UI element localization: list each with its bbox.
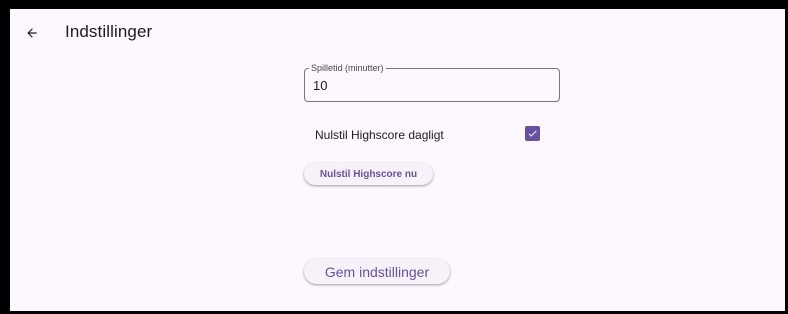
reset-daily-checkbox[interactable] <box>525 126 540 141</box>
settings-screen: Indstillinger Spilletid (minutter) 10 Nu… <box>10 9 785 311</box>
app-bar: Indstillinger <box>10 9 785 57</box>
game-time-label: Spilletid (minutter) <box>309 62 386 74</box>
reset-daily-label: Nulstil Highscore dagligt <box>315 128 444 142</box>
reset-highscore-button[interactable]: Nulstil Highscore nu <box>304 163 433 185</box>
save-settings-button[interactable]: Gem indstillinger <box>304 259 450 284</box>
page-title: Indstillinger <box>65 22 153 41</box>
back-button[interactable] <box>20 21 44 45</box>
checkmark-icon <box>528 130 537 137</box>
arrow-left-icon <box>27 28 37 38</box>
reset-daily-row[interactable]: Nulstil Highscore dagligt <box>315 125 545 145</box>
game-time-field[interactable]: Spilletid (minutter) 10 <box>304 62 560 102</box>
game-time-input[interactable]: 10 <box>313 78 327 93</box>
